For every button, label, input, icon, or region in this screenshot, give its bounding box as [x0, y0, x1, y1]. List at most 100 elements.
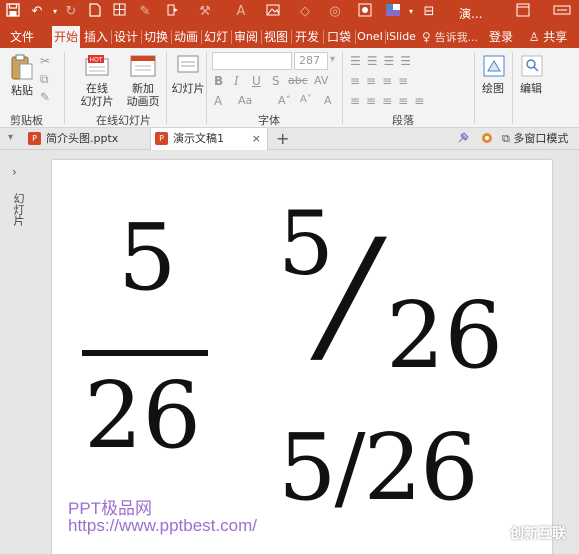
tab-developer[interactable]: 开发	[292, 26, 322, 48]
paragraph-group-label: 段落	[392, 114, 414, 127]
close-tab-icon[interactable]: ×	[252, 128, 261, 150]
new-animation-page-icon[interactable]	[129, 54, 157, 81]
italic-icon[interactable]: I	[234, 74, 239, 88]
clear-format-icon[interactable]: A	[324, 94, 332, 107]
format-painter-icon[interactable]: ✎	[40, 90, 50, 104]
add-tab-icon[interactable]: +	[276, 129, 289, 148]
close-icon[interactable]	[550, 3, 574, 21]
watermark-url: https://www.pptbest.com/	[68, 516, 257, 535]
window-title: 演...	[459, 7, 483, 21]
theme-color-icon[interactable]	[384, 3, 402, 21]
edit-button[interactable]: 编辑	[516, 82, 546, 95]
grow-font-icon[interactable]: A˄	[278, 94, 291, 107]
select-icon[interactable]: ◎	[326, 3, 344, 21]
shrink-font-icon[interactable]: A˅	[300, 94, 312, 105]
tell-me-text: 告诉我...	[434, 31, 479, 44]
slide-thumbnail-pane: › 幻灯片	[0, 151, 36, 554]
brush-icon[interactable]: ⚒	[196, 3, 214, 21]
image-icon[interactable]	[264, 3, 282, 21]
powerpoint-icon: P	[28, 132, 41, 145]
doc-tab-intro[interactable]: P 简介头图.pptx	[28, 128, 146, 150]
tab-review[interactable]: 审阅	[232, 26, 260, 48]
doc-tab-label: 演示文稿1	[173, 132, 224, 145]
powerpoint-icon: P	[155, 132, 168, 145]
strikethrough-icon[interactable]: abc	[288, 74, 308, 87]
chevron-down-icon[interactable]: ▾	[402, 3, 420, 21]
title-bar: ↶ ▾ ↻ ✎ ⚒ A ◇ ◎ ▾ ⊟ 演...	[0, 0, 579, 26]
copy-icon[interactable]: ⧉	[40, 72, 49, 87]
font-color-icon[interactable]: A	[232, 3, 250, 21]
color-icon[interactable]	[356, 3, 374, 21]
share-button[interactable]: ♙ 共享	[520, 26, 576, 48]
paste-icon[interactable]	[10, 54, 34, 85]
new-icon[interactable]	[86, 3, 104, 21]
slides-button[interactable]: 幻灯片	[170, 82, 206, 95]
multi-window-label: 多窗口模式	[513, 132, 569, 145]
tab-home[interactable]: 开始	[52, 26, 80, 48]
stacked-numerator: 5	[118, 204, 177, 311]
pen-icon[interactable]: ✎	[136, 3, 154, 21]
tab-onei[interactable]: OneI	[356, 26, 384, 48]
tab-animations[interactable]: 动画	[172, 26, 200, 48]
align-icons[interactable]: ≡≡≡≡	[350, 74, 414, 88]
slide-canvas[interactable]: 5 26 5 / 26 5/26 PPT极品网 https://www.pptb…	[52, 160, 552, 554]
new-animation-page-button[interactable]: 新加 动画页	[122, 82, 164, 108]
undo-icon[interactable]: ↶	[28, 3, 46, 21]
expand-pane-icon[interactable]: ›	[12, 165, 17, 179]
save-icon[interactable]	[4, 3, 22, 21]
online-slide-button[interactable]: 在线 幻灯片	[76, 82, 118, 108]
tab-file[interactable]: 文件	[4, 26, 40, 48]
svg-text:HOT: HOT	[90, 57, 103, 64]
lightbulb-icon: ♀	[422, 30, 431, 44]
ribbon: 粘贴 ✂ ⧉ ✎ 剪贴板 HOT 在线 幻灯片 新加 动画页 在线幻灯片 幻灯片…	[0, 48, 579, 128]
tab-design[interactable]: 设计	[112, 26, 140, 48]
slides-icon[interactable]	[176, 54, 200, 79]
linear-fraction: 5/26	[278, 414, 479, 521]
list-icons[interactable]: ☰☰☰☰	[350, 54, 417, 68]
tab-list-icon[interactable]: ▾	[8, 132, 13, 143]
font-name-field[interactable]	[212, 52, 292, 70]
pin-icon[interactable]	[456, 131, 470, 148]
doc-tab-presentation1[interactable]: P 演示文稿1 ×	[150, 128, 268, 150]
font-group-label: 字体	[258, 114, 280, 127]
font-size-dropdown-icon[interactable]: ▾	[330, 54, 335, 65]
window-icon: ⧉	[502, 132, 510, 145]
draw-shapes-icon[interactable]	[482, 54, 506, 81]
shadow-icon[interactable]: S	[272, 74, 280, 88]
paste-button[interactable]: 粘贴	[9, 84, 35, 97]
cut-icon[interactable]: ✂	[40, 54, 50, 68]
char-spacing-icon[interactable]: AV	[314, 74, 328, 87]
edit-search-icon[interactable]	[520, 54, 544, 81]
slides-pane-label: 幻灯片	[12, 193, 25, 226]
settings-gear-icon[interactable]	[480, 131, 494, 148]
tell-me-search[interactable]: ♀ 告诉我...	[422, 26, 484, 48]
multi-window-mode-button[interactable]: ⧉ 多窗口模式	[502, 128, 578, 150]
brand-logo: 创新互联	[478, 518, 579, 548]
format-icon[interactable]	[164, 3, 182, 21]
bold-icon[interactable]: B	[214, 74, 223, 88]
tab-transitions[interactable]: 切换	[142, 26, 170, 48]
person-icon: ♙	[528, 30, 540, 44]
tab-slideshow[interactable]: 幻灯	[202, 26, 230, 48]
tab-islide[interactable]: iSlide	[386, 26, 416, 48]
online-slides-group-label: 在线幻灯片	[96, 114, 151, 127]
online-slide-icon[interactable]: HOT	[84, 53, 110, 82]
change-case-icon[interactable]: Aa	[238, 94, 252, 107]
brand-name: 创新互联	[510, 526, 566, 542]
grid-icon[interactable]	[110, 3, 128, 21]
restore-icon[interactable]	[514, 3, 532, 21]
redo-icon[interactable]: ↻	[62, 3, 80, 21]
tab-insert[interactable]: 插入	[82, 26, 110, 48]
clipboard-group-label: 剪贴板	[10, 114, 43, 127]
customize-icon[interactable]: ⊟	[420, 3, 438, 21]
font-color-button-icon[interactable]: A	[214, 94, 222, 108]
underline-icon[interactable]: U	[252, 74, 261, 88]
shape-icon[interactable]: ◇	[296, 3, 314, 21]
font-size-field[interactable]: 287	[294, 52, 328, 70]
tab-view[interactable]: 视图	[262, 26, 290, 48]
login-link[interactable]: 登录	[488, 26, 514, 48]
justify-icons[interactable]: ≡≡≡≡≡	[350, 94, 430, 108]
draw-button[interactable]: 绘图	[478, 82, 508, 95]
tab-pocket[interactable]: 口袋	[324, 26, 354, 48]
skewed-denominator: 26	[386, 282, 504, 389]
